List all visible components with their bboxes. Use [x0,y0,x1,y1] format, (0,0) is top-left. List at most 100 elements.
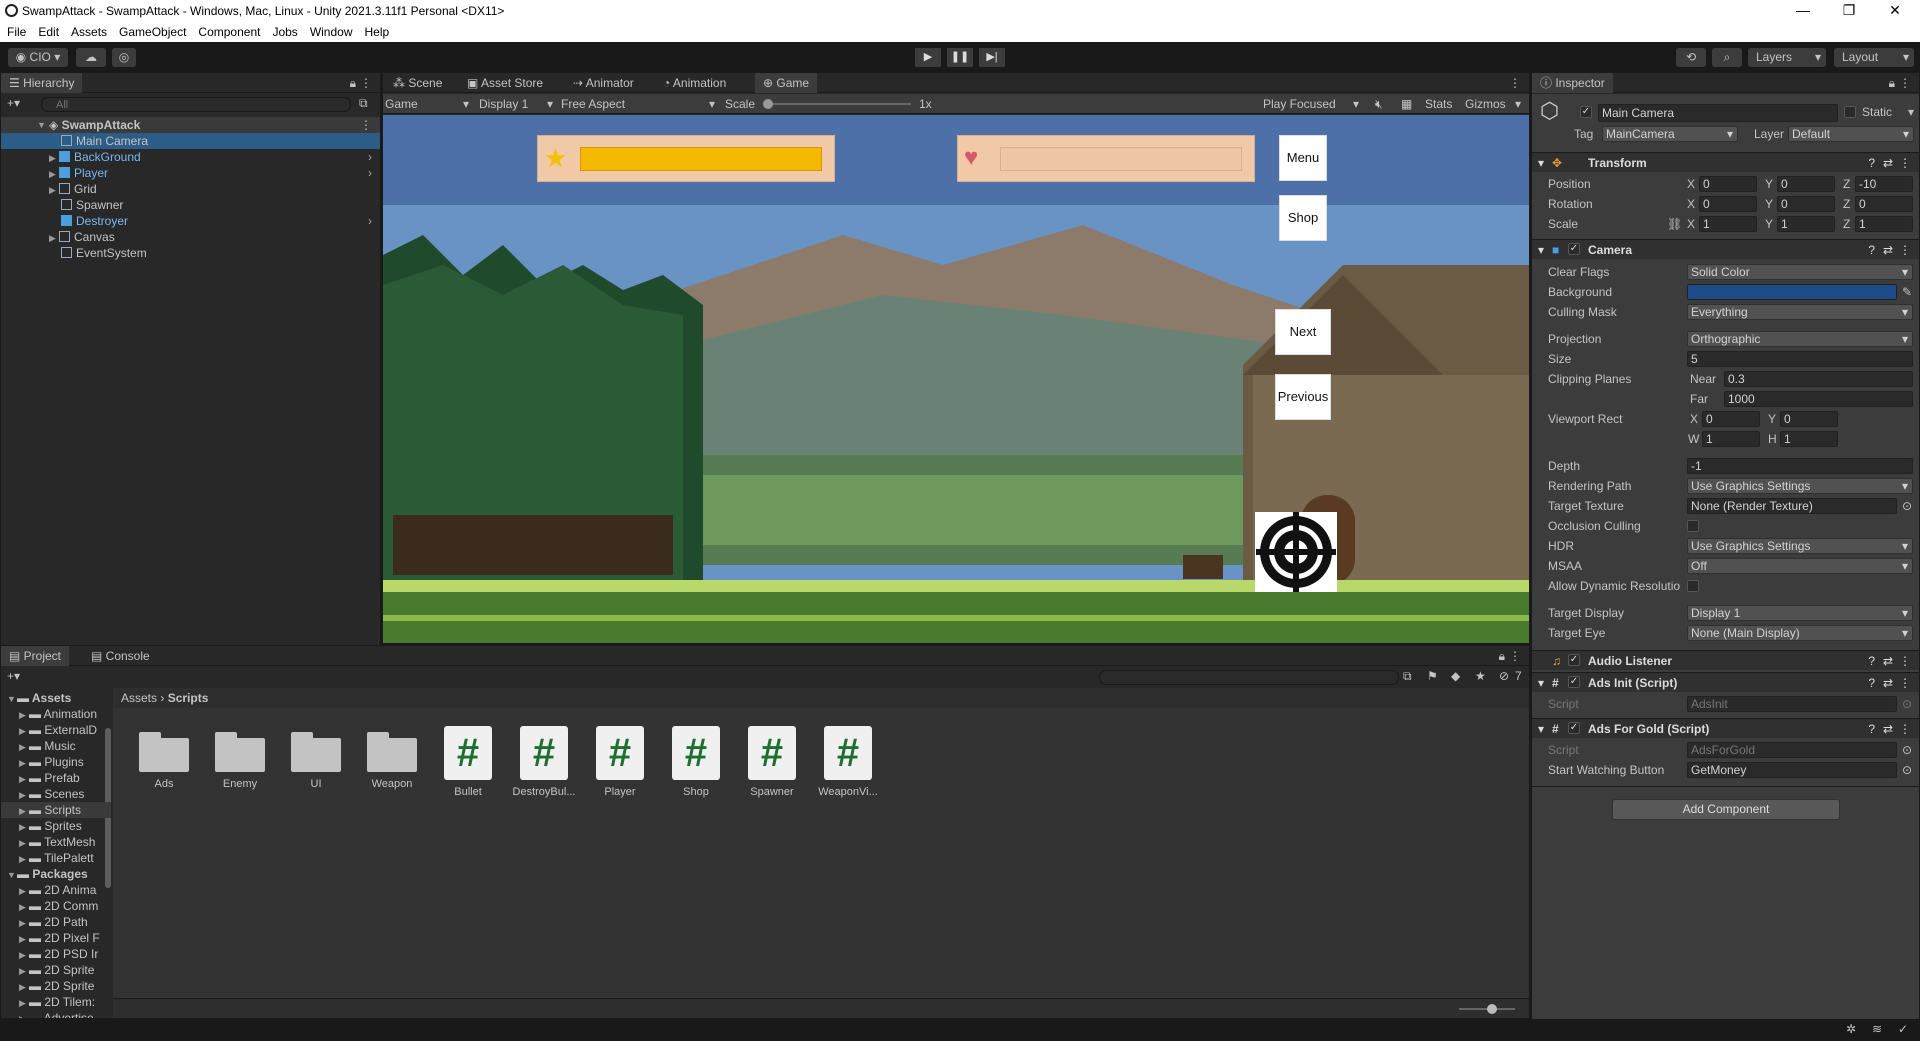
expand-arrow-icon[interactable]: ▶ [49,150,59,166]
clear-flags-dropdown[interactable]: Solid Color ▾ [1687,264,1913,280]
projection-dropdown[interactable]: Orthographic ▾ [1687,331,1913,347]
expand-arrow-icon[interactable]: ▶ [49,166,59,182]
tree-package[interactable]: ▶ ▬ 2D Sprite [1,978,111,994]
step-button[interactable]: ▶| [979,48,1005,67]
tab-animation[interactable]: ◔ Animation [655,73,734,93]
rotation-y-field[interactable]: 0 [1777,196,1835,212]
msaa-dropdown[interactable]: Off ▾ [1687,558,1913,574]
expand-arrow-icon[interactable]: ▼ [7,867,17,883]
tree-item-player[interactable]: ▶ Player › [1,165,380,181]
menu-help[interactable]: Help [358,22,395,39]
menu-file[interactable]: File [0,22,31,39]
tree-item-eventsystem[interactable]: EventSystem [1,245,380,261]
expand-arrow-icon[interactable]: ▼ [7,691,17,707]
tree-folder[interactable]: ▶ ▬ TextMesh [1,834,111,850]
fold-arrow-icon[interactable]: ▾ [1538,240,1544,260]
tab-project[interactable]: ▤ Project [1,646,70,666]
expand-arrow-icon[interactable]: ▶ [19,819,29,835]
tree-folder[interactable]: ▶ ▬ ExternalD [1,722,111,738]
expand-arrow-icon[interactable]: ▶ [19,707,29,723]
grid-icon[interactable]: ▦ [1401,97,1412,111]
static-checkbox[interactable] [1844,106,1856,118]
maximize-icon[interactable]: ❐ [1826,0,1872,22]
object-picker-icon[interactable]: ⊙ [1902,761,1912,779]
crosshair-button[interactable] [1255,512,1337,592]
tree-folder[interactable]: ▶ ▬ Scenes [1,786,111,802]
tree-assets[interactable]: ▼▬ Assets [1,690,111,706]
layers-dropdown[interactable]: Layers ▾ [1748,48,1826,67]
tab-hierarchy[interactable]: ☰ Hierarchy [1,73,83,93]
history-button[interactable]: ⟲ [1676,48,1706,67]
expand-arrow-icon[interactable]: ▶ [19,883,29,899]
add-component-button[interactable]: Add Component [1612,799,1840,820]
camera-enabled-checkbox[interactable]: ✓ [1568,243,1580,255]
scale-slider[interactable] [763,99,911,109]
breadcrumb-assets[interactable]: Assets [121,691,157,705]
occlusion-culling-checkbox[interactable] [1687,520,1699,532]
aspect-dropdown[interactable]: Free Aspect ▾ [561,97,715,111]
folder-weapon[interactable]: Weapon [355,724,429,790]
expand-arrow-icon[interactable]: ▶ [19,755,29,771]
help-icon[interactable]: ? [1868,240,1875,260]
script-bullet[interactable]: # Bullet [431,726,505,798]
script-spawner[interactable]: # Spawner [735,726,809,798]
hierarchy-search-input[interactable] [41,97,351,112]
tree-item-grid[interactable]: ▶ Grid [1,181,380,197]
camera-header[interactable]: ▾ ■ ✓ Camera ? ⇄ ⋮ [1532,239,1919,259]
size-field[interactable]: 5 [1687,351,1913,367]
kebab-menu-icon[interactable]: ⋮ [360,76,372,90]
fold-arrow-icon[interactable]: ▾ [1538,719,1544,739]
search-options-icon[interactable]: ⧉ [359,96,368,111]
folder-ui[interactable]: UI [279,724,353,790]
icon-size-slider-handle[interactable] [1487,1004,1497,1014]
audio-listener-header[interactable]: ♫ ✓ Audio Listener ? ⇄ ⋮ [1532,650,1919,670]
kebab-menu-icon[interactable]: ⋮ [1899,76,1911,90]
ads-init-header[interactable]: ▾ # ✓ Ads Init (Script) ? ⇄ ⋮ [1532,672,1919,692]
expand-arrow-icon[interactable]: ▼ [37,117,47,133]
tree-package[interactable]: ▶ ▬ 2D Pixel F [1,930,111,946]
gizmos-button[interactable]: Gizmos [1465,97,1506,111]
near-field[interactable]: 0.3 [1724,371,1913,387]
menu-gameobject[interactable]: GameObject [112,22,191,39]
hdr-dropdown[interactable]: Use Graphics Settings ▾ [1687,538,1913,554]
chevron-down-icon[interactable]: ▾ [1515,97,1521,111]
rotation-z-field[interactable]: 0 [1855,196,1913,212]
tree-folder[interactable]: ▶ ▬ Animation [1,706,111,722]
tree-package[interactable]: ▶ ▬ 2D Path [1,914,111,930]
expand-arrow-icon[interactable]: ▶ [19,771,29,787]
tree-folder[interactable]: ▶ ▬ Sprites [1,818,111,834]
tree-folder[interactable]: ▶ ▬ Music [1,738,111,754]
minimize-icon[interactable]: — [1780,0,1826,22]
help-icon[interactable]: ? [1868,651,1875,671]
pause-button[interactable]: ❚❚ [947,48,973,67]
tab-game[interactable]: ⊕ Game [755,73,818,93]
kebab-menu-icon[interactable]: ⋮ [1509,649,1521,663]
tree-scene[interactable]: ▼ ◈ SwampAttack ⋮ [1,117,380,133]
tree-item-main-camera[interactable]: Main Camera [1,133,380,149]
ads-gold-header[interactable]: ▾ # ✓ Ads For Gold (Script) ? ⇄ ⋮ [1532,718,1919,738]
tab-animator[interactable]: ⇢ Animator [565,73,642,93]
tree-package[interactable]: ▶ ▬ 2D Sprite [1,962,111,978]
viewport-h-field[interactable]: 1 [1780,431,1838,447]
preset-icon[interactable]: ⇄ [1883,673,1893,693]
mute-audio-icon[interactable]: 🔇︎ [1375,97,1383,112]
tree-package[interactable]: ▶ ▬ 2D PSD Ir [1,946,111,962]
preset-icon[interactable]: ⇄ [1883,651,1893,671]
expand-arrow-icon[interactable]: ▶ [19,1011,29,1018]
expand-arrow-icon[interactable]: ▶ [19,803,29,819]
tab-inspector[interactable]: ⓘ Inspector [1532,73,1613,93]
depth-field[interactable]: -1 [1687,458,1913,474]
filter-type-icon[interactable]: ⧉ [1403,669,1412,684]
progress-icon[interactable]: ≋ [1872,1022,1882,1036]
kebab-menu-icon[interactable]: ⋮ [1899,673,1911,693]
kebab-menu-icon[interactable]: ⋮ [1509,76,1521,90]
folder-enemy[interactable]: Enemy [203,724,277,790]
scale-y-field[interactable]: 1 [1777,216,1835,232]
lock-icon[interactable]: 🔒︎ [350,76,356,91]
tree-package[interactable]: ▶ ▬ 2D Anima [1,882,111,898]
menu-button[interactable]: Menu [1279,135,1327,181]
expand-arrow-icon[interactable]: ▶ [19,723,29,739]
kebab-menu-icon[interactable]: ⋮ [1899,240,1911,260]
preset-icon[interactable]: ⇄ [1883,240,1893,260]
expand-arrow-icon[interactable]: ▶ [19,899,29,915]
